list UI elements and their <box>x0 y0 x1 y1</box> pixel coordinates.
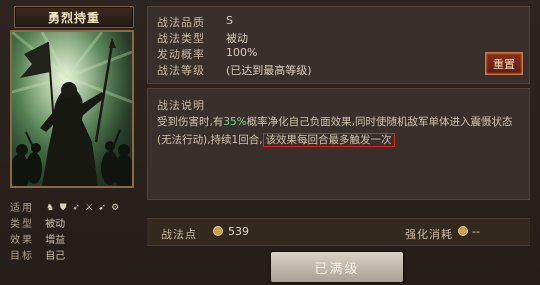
rate-label: 发动概率 <box>157 48 205 61</box>
warrior-illustration <box>12 32 132 186</box>
swords-icon: ⚔ <box>85 203 94 213</box>
wheel-icon: ⚙ <box>111 203 120 213</box>
description-part-1: 受到伤害时,有 <box>157 116 224 128</box>
skill-info-panel: 战法品质 S 战法类型 被动 发动概率 100% 战法等级 (已达到最高等级) … <box>147 6 530 84</box>
level-label: 战法等级 <box>157 64 205 77</box>
description-boxed-note: 该效果每回合最多触发一次 <box>262 133 395 147</box>
attr-effect-value: 增益 <box>45 235 66 246</box>
attr-effect-label: 效果 <box>10 235 34 246</box>
type-label: 战法类型 <box>157 32 205 45</box>
rate-value: 100% <box>226 46 258 59</box>
enhance-cost-value: -- <box>472 225 480 238</box>
description-title: 战法说明 <box>157 99 205 112</box>
reset-button[interactable]: 重置 <box>485 52 523 75</box>
enhance-coin-icon <box>458 226 468 236</box>
type-row: 战法类型 被动 <box>157 30 248 46</box>
attr-use-row: 适用 ♞ ⛊ ➶ ⚔ ➹ ⚙ <box>10 199 120 214</box>
quality-value: S <box>226 14 233 27</box>
attr-effect-row: 效果 增益 <box>10 231 65 246</box>
max-level-button[interactable]: 已满级 <box>271 252 403 282</box>
quality-label: 战法品质 <box>157 16 205 29</box>
shield-icon: ⛊ <box>59 203 67 213</box>
skill-description-panel: 战法说明 受到伤害时,有35%概率净化自己负面效果,同时使随机敌军单体进入震慑状… <box>147 88 530 200</box>
horse-icon: ♞ <box>46 203 55 213</box>
attr-type-value: 被动 <box>45 219 66 230</box>
level-row: 战法等级 (已达到最高等级) <box>157 62 312 78</box>
bow-icon: ➶ <box>72 203 80 213</box>
description-text: 受到伤害时,有35%概率净化自己负面效果,同时使随机敌军单体进入震慑状态(无法行… <box>157 113 527 149</box>
level-value: (已达到最高等级) <box>226 64 312 77</box>
skill-points-label: 战法点 <box>161 228 197 241</box>
skill-point-coin-icon <box>213 226 223 236</box>
attr-target-value: 自己 <box>45 251 66 262</box>
rate-row: 发动概率 100% <box>157 46 257 62</box>
attr-use-label: 适用 <box>10 203 34 214</box>
points-bar: 战法点 539 强化消耗 -- <box>147 218 530 246</box>
skill-detail-panel: 勇烈持重 适用 ♞ ⛊ ➶ ⚔ ➹ ⚙ 类型 被动 效果 增益 目标 自己 战法… <box>0 0 540 285</box>
spear-icon: ➹ <box>98 203 106 213</box>
attr-type-row: 类型 被动 <box>10 215 65 230</box>
skill-points-value: 539 <box>228 225 249 238</box>
unit-type-icons: ♞ ⛊ ➶ ⚔ ➹ ⚙ <box>45 203 120 213</box>
skill-name-banner: 勇烈持重 <box>14 6 134 28</box>
attr-target-row: 目标 自己 <box>10 247 65 262</box>
skill-card-art <box>10 30 134 188</box>
attr-target-label: 目标 <box>10 251 34 262</box>
skill-name: 勇烈持重 <box>47 10 100 25</box>
attr-type-label: 类型 <box>10 219 34 230</box>
quality-row: 战法品质 S <box>157 14 233 30</box>
description-highlight: 35% <box>223 116 247 128</box>
type-value: 被动 <box>226 32 248 45</box>
enhance-cost-label: 强化消耗 <box>405 228 453 241</box>
